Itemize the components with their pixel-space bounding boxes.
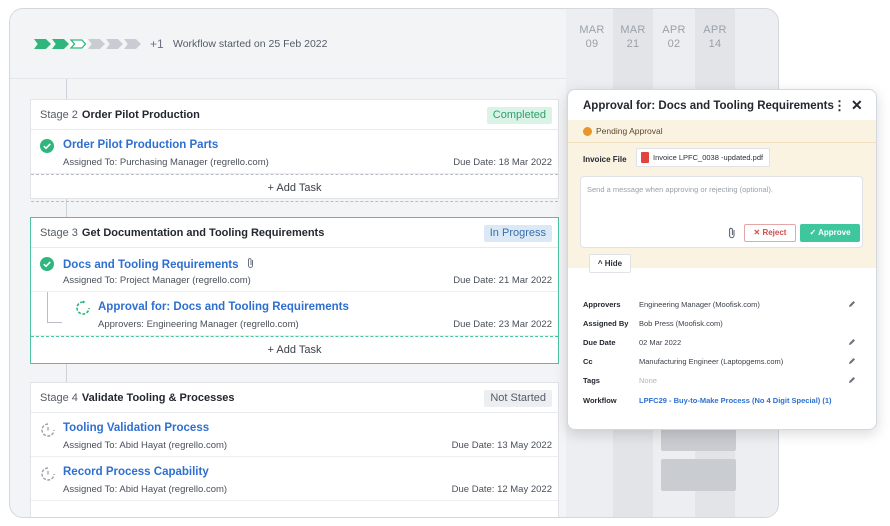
- timeline-connector: [66, 364, 67, 382]
- task-due-date: Due Date: 18 Mar 2022: [453, 157, 552, 168]
- calendar-date: MAR 09: [579, 24, 605, 50]
- subtask-title-link[interactable]: Approval for: Docs and Tooling Requireme…: [98, 301, 349, 313]
- stage-chevron-current: [70, 39, 87, 49]
- close-icon[interactable]: ✕: [851, 97, 863, 114]
- edit-pencil-icon[interactable]: [848, 300, 856, 308]
- pending-status-icon: [583, 126, 592, 136]
- add-task-button[interactable]: + Add Task: [31, 174, 558, 202]
- workflow-header: +1 Workflow started on 25 Feb 2022: [10, 9, 566, 79]
- task-title-link[interactable]: Docs and Tooling Requirements: [63, 257, 255, 271]
- task-row[interactable]: Order Pilot Production Parts Assigned To…: [31, 130, 558, 174]
- invoice-file-label: Invoice File: [583, 155, 627, 164]
- task-title-link[interactable]: Order Pilot Production Parts: [63, 139, 218, 151]
- stage-progress[interactable]: +1: [34, 37, 164, 51]
- approval-panel: Approval for: Docs and Tooling Requireme…: [567, 89, 877, 430]
- hide-button[interactable]: ^ Hide: [589, 254, 631, 273]
- calendar-date: APR 14: [703, 24, 727, 50]
- gantt-bar[interactable]: [661, 459, 736, 491]
- stage-number: Stage 4: [40, 391, 78, 404]
- task-due-date: Due Date: 13 May 2022: [451, 440, 552, 451]
- stage-chevron-todo: [106, 39, 123, 49]
- paperclip-icon: [247, 258, 253, 268]
- status-badge: Completed: [486, 107, 552, 124]
- task-assignee: Assigned To: Abid Hayat (regrello.com): [63, 440, 228, 451]
- stage-chevron-todo: [88, 39, 105, 49]
- pending-clock-icon: [41, 423, 55, 437]
- subtask-due-date: Due Date: 23 Mar 2022: [453, 319, 552, 330]
- task-due-date: Due Date: 21 Mar 2022: [453, 275, 552, 286]
- task-assignee: Assigned To: Abid Hayat (regrello.com): [63, 484, 228, 495]
- add-task-button[interactable]: + Add Task: [31, 336, 558, 364]
- stage-title: Get Documentation and Tooling Requiremen…: [81, 226, 325, 239]
- check-circle-icon: [40, 139, 54, 153]
- edit-pencil-icon[interactable]: [848, 376, 856, 384]
- subtask-row[interactable]: Approval for: Docs and Tooling Requireme…: [31, 292, 558, 336]
- stage-chevron-done: [34, 39, 51, 49]
- task-due-date: Due Date: 12 May 2022: [451, 484, 552, 495]
- calendar-date: MAR 21: [620, 24, 646, 50]
- pdf-file-icon: [641, 152, 649, 163]
- subtask-connector: [47, 322, 62, 323]
- approval-action-area: Pending Approval Invoice File Invoice LP…: [568, 120, 876, 273]
- status-badge: Not Started: [484, 390, 552, 407]
- task-assignee: Assigned To: Project Manager (regrello.c…: [63, 275, 251, 286]
- task-row[interactable]: Record Process Capability Assigned To: A…: [31, 457, 558, 501]
- approve-button[interactable]: ✓ Approve: [800, 224, 860, 242]
- check-circle-icon: [40, 257, 54, 271]
- attach-paperclip-icon[interactable]: [727, 227, 737, 239]
- stage-header[interactable]: Stage 3 Get Documentation and Tooling Re…: [31, 218, 558, 248]
- subtask-approvers: Approvers: Engineering Manager (regrello…: [98, 319, 299, 330]
- message-placeholder: Send a message when approving or rejecti…: [587, 185, 773, 194]
- pending-clock-icon: [41, 467, 55, 481]
- calendar-date: APR 02: [662, 24, 686, 50]
- more-stages-count[interactable]: +1: [150, 37, 164, 51]
- stage-card: Stage 4 Validate Tooling & Processes Not…: [30, 382, 559, 517]
- task-assignee: Assigned To: Purchasing Manager (regrell…: [63, 157, 269, 168]
- edit-pencil-icon[interactable]: [848, 338, 856, 346]
- approval-pending-icon: [76, 300, 90, 315]
- stage-header[interactable]: Stage 4 Validate Tooling & Processes Not…: [31, 383, 558, 413]
- more-options-icon[interactable]: ⋮: [833, 98, 846, 114]
- status-badge: In Progress: [483, 225, 552, 242]
- stage-header[interactable]: Stage 2 Order Pilot Production Completed: [31, 100, 558, 130]
- divider: [568, 142, 876, 143]
- task-title-link[interactable]: Tooling Validation Process: [63, 422, 209, 434]
- stage-title: Order Pilot Production: [81, 108, 200, 121]
- pending-approval-status: Pending Approval: [583, 126, 663, 136]
- stage-number: Stage 2: [40, 108, 78, 121]
- edit-pencil-icon[interactable]: [848, 357, 856, 365]
- stage-card-active: Stage 3 Get Documentation and Tooling Re…: [30, 217, 559, 364]
- reject-button[interactable]: ✕ Reject: [744, 224, 796, 242]
- approval-message-input[interactable]: Send a message when approving or rejecti…: [580, 176, 863, 248]
- task-title-link[interactable]: Record Process Capability: [63, 466, 209, 478]
- stage-card: Stage 2 Order Pilot Production Completed…: [30, 99, 559, 202]
- task-row[interactable]: Docs and Tooling Requirements Assigned T…: [31, 248, 558, 292]
- panel-title: Approval for: Docs and Tooling Requireme…: [583, 100, 834, 112]
- workflow-link[interactable]: LPFC29 - Buy-to-Make Process (No 4 Digit…: [639, 396, 832, 405]
- invoice-file-chip[interactable]: Invoice LPFC_0038 -updated.pdf: [636, 148, 771, 167]
- stage-title: Validate Tooling & Processes: [81, 391, 235, 404]
- stage-chevron-done: [52, 39, 69, 49]
- stage-chevron-todo: [124, 39, 141, 49]
- workflow-start-date: Workflow started on 25 Feb 2022: [173, 38, 328, 50]
- stage-number: Stage 3: [40, 226, 78, 239]
- task-row[interactable]: Tooling Validation Process Assigned To: …: [31, 413, 558, 457]
- timeline-connector: [66, 79, 67, 99]
- subtask-connector: [47, 292, 48, 322]
